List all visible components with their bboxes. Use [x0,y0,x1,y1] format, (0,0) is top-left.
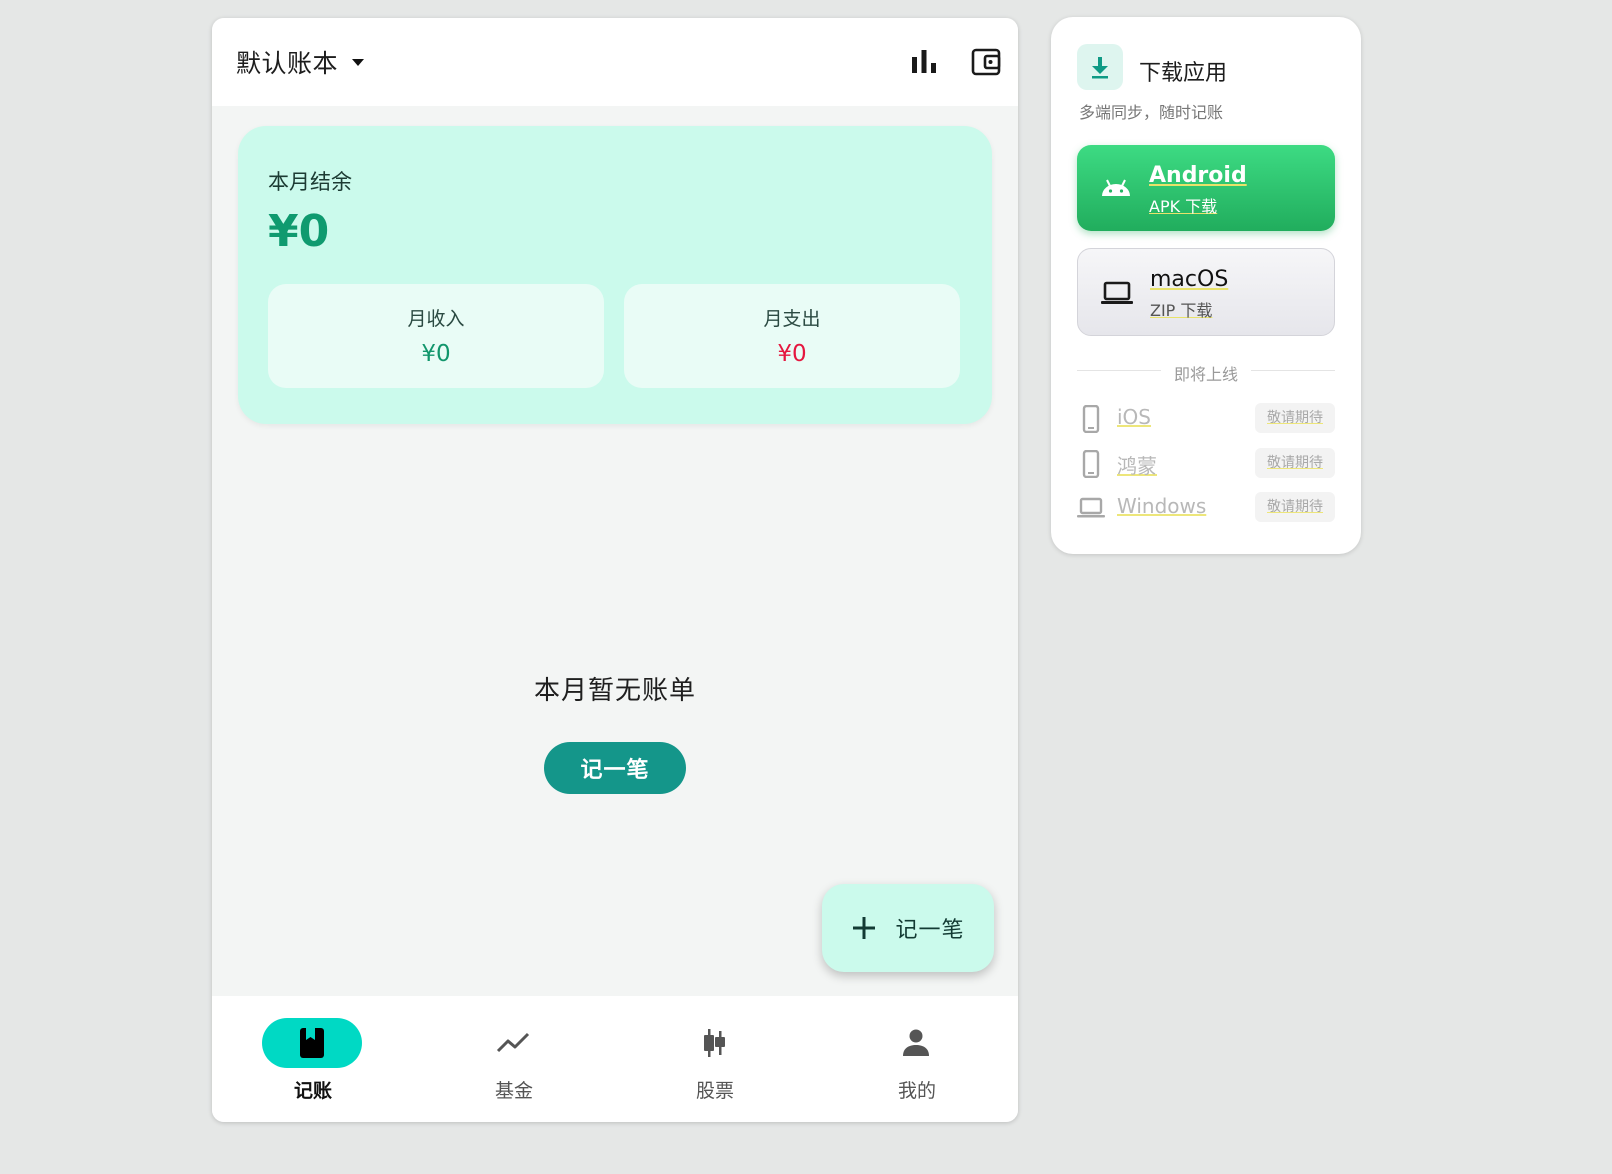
monthly-summary-card: 本月结余 ¥0 月收入 ¥0 月支出 ¥0 [238,126,992,424]
android-sub: APK 下载 [1149,197,1218,216]
nav-label: 基金 [494,1080,533,1102]
nav-item-bookkeeping[interactable]: 记账 [212,996,414,1122]
income-box: 月收入 ¥0 [268,284,604,388]
top-bar: 默认账本 [212,18,1018,106]
candlestick-icon [704,1029,725,1057]
balance-amount: ¥0 [268,206,330,257]
ledger-name: 默认账本 [236,49,339,78]
download-subtitle: 多端同步，随时记账 [1079,103,1224,122]
coming-soon-badge: 敬请期待 [1255,492,1335,522]
android-icon [1102,179,1130,196]
expense-box: 月支出 ¥0 [624,284,960,388]
laptop-icon [1101,281,1133,304]
app-window: 默认账本 本月结余 ¥0 月收入 ¥0 月支出 ¥0 本月暂无账单 记一笔 记一… [212,18,1018,1122]
caret-down-icon [352,58,365,66]
nav-item-profile[interactable]: 我的 [816,996,1018,1122]
plus-icon [853,917,876,939]
divider [1077,370,1161,371]
ledger-selector[interactable]: 默认账本 [236,44,365,80]
coming-soon-badge: 敬请期待 [1255,403,1335,433]
coming-soon-ios: iOS 敬请期待 [1077,401,1335,435]
android-download-button[interactable]: Android APK 下载 [1077,145,1335,231]
empty-state-message: 本月暂无账单 [533,676,696,706]
wallet-icon[interactable] [970,46,1002,78]
nav-label: 我的 [897,1080,936,1102]
fab-label: 记一笔 [895,918,965,943]
income-value: ¥0 [421,341,451,367]
coming-soon-label: 即将上线 [1173,365,1238,384]
divider [1251,370,1335,371]
laptop-icon [1077,497,1105,518]
macos-sub: ZIP 下载 [1150,301,1213,320]
platform-name: Windows [1117,494,1207,518]
bottom-navigation: 记账 基金 股票 我的 [212,996,1018,1122]
download-panel: 下载应用 多端同步，随时记账 Android APK 下载 macOS ZIP … [1051,17,1361,554]
android-name: Android [1149,163,1247,188]
macos-name: macOS [1150,267,1229,292]
coming-soon-harmonyos: 鸿蒙 敬请期待 [1077,446,1335,480]
expense-value: ¥0 [777,341,807,367]
trend-icon [496,1032,530,1053]
platform-name: 鸿蒙 [1117,454,1157,478]
download-title: 下载应用 [1139,61,1228,86]
add-record-button[interactable]: 记一笔 [544,742,686,794]
add-record-fab[interactable]: 记一笔 [822,884,994,972]
macos-download-button[interactable]: macOS ZIP 下载 [1077,248,1335,336]
coming-soon-windows: Windows 敬请期待 [1077,490,1335,524]
nav-item-stocks[interactable]: 股票 [614,996,816,1122]
coming-soon-badge: 敬请期待 [1255,448,1335,478]
bar-chart-icon[interactable] [908,46,940,78]
income-label: 月收入 [407,308,465,330]
person-icon [903,1029,929,1056]
download-icon [1092,57,1108,79]
nav-item-fund[interactable]: 基金 [413,996,615,1122]
book-icon [300,1028,324,1058]
phone-icon [1082,450,1100,478]
nav-label: 记账 [293,1080,332,1102]
phone-icon [1082,405,1100,433]
download-icon-box [1077,44,1123,90]
summary-title: 本月结余 [268,170,352,194]
expense-label: 月支出 [763,308,821,330]
nav-label: 股票 [695,1080,734,1102]
platform-name: iOS [1117,405,1151,429]
